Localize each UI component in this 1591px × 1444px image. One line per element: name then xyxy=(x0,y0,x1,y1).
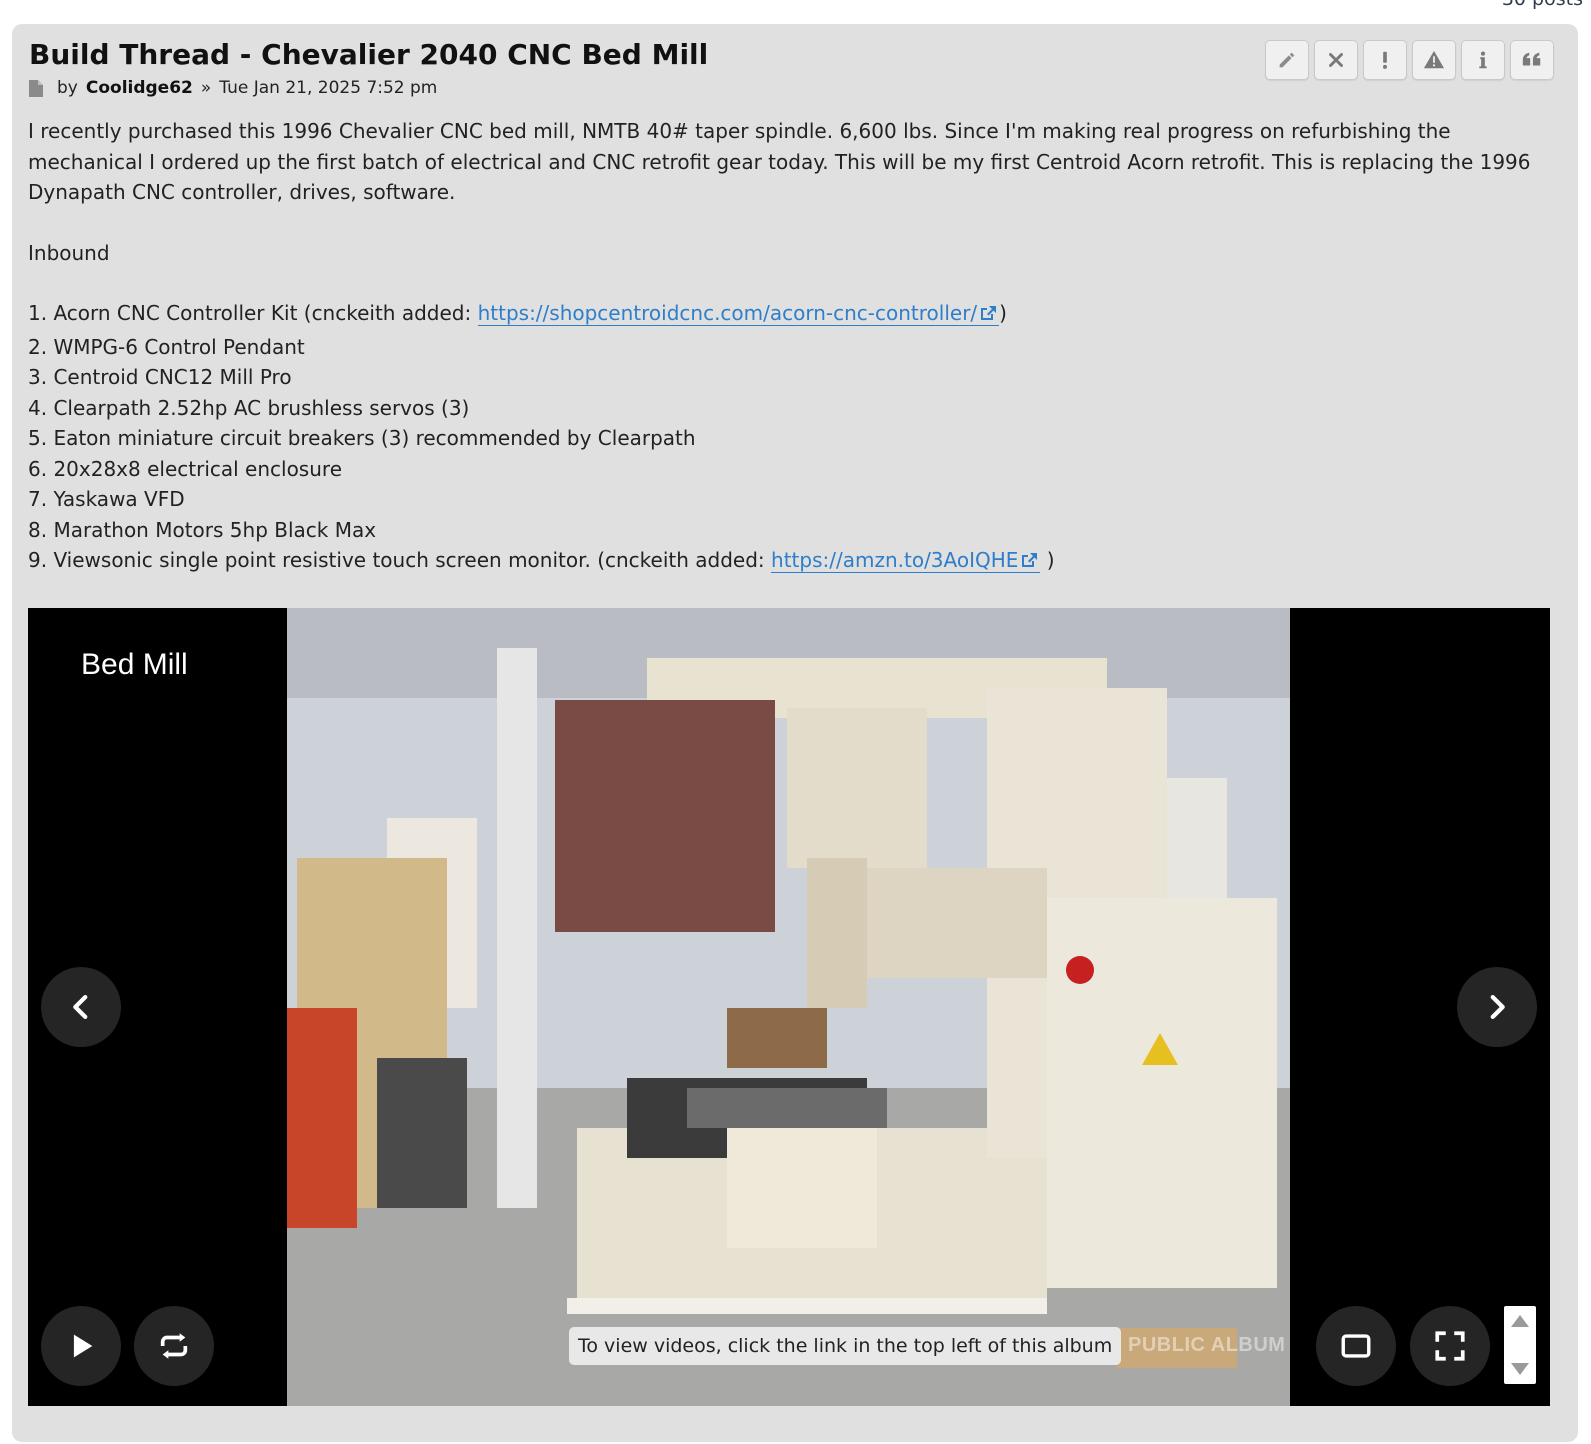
info-icon xyxy=(1479,51,1487,69)
posts-count: 30 posts xyxy=(1502,0,1583,10)
external-link-icon xyxy=(977,300,999,320)
post-intro: I recently purchased this 1996 Chevalier… xyxy=(28,119,1531,204)
fullscreen-button[interactable] xyxy=(1410,1306,1490,1386)
monitor-link[interactable]: https://amzn.to/3AoIQHE xyxy=(771,547,1041,573)
bed-mill-photo xyxy=(287,608,1290,1406)
prev-button[interactable] xyxy=(41,967,121,1047)
post-date: Tue Jan 21, 2025 7:52 pm xyxy=(219,78,438,98)
report-icon xyxy=(1382,51,1388,69)
album-photo[interactable] xyxy=(287,608,1290,1406)
list-item: 7. Yaskawa VFD xyxy=(28,487,185,511)
quote-icon xyxy=(1522,52,1541,66)
post-actions xyxy=(1265,40,1554,80)
next-button[interactable] xyxy=(1457,967,1537,1047)
album-title[interactable]: Bed Mill xyxy=(81,648,188,682)
post-byline: by Coolidge62 » Tue Jan 21, 2025 7:52 pm xyxy=(29,78,437,98)
post-title[interactable]: Build Thread - Chevalier 2040 CNC Bed Mi… xyxy=(29,38,708,71)
delete-icon xyxy=(1329,53,1343,67)
list-item: 3. Centroid CNC12 Mill Pro xyxy=(28,365,292,389)
album-scroller[interactable] xyxy=(1504,1306,1536,1384)
inbound-label: Inbound xyxy=(28,240,110,265)
post-document-icon[interactable] xyxy=(29,79,43,97)
list-item: 1. Acorn CNC Controller Kit (cnckeith ad… xyxy=(28,300,1007,326)
photo-album[interactable]: Bed Mill To view videos, click the link … xyxy=(28,608,1550,1406)
byline-separator: » xyxy=(200,78,212,98)
warn-button[interactable] xyxy=(1412,40,1456,80)
report-button[interactable] xyxy=(1363,40,1407,80)
play-icon xyxy=(73,1334,93,1358)
fullscreen-icon xyxy=(1435,1331,1465,1361)
acorn-controller-link[interactable]: https://shopcentroidcnc.com/acorn-cnc-co… xyxy=(477,300,1000,326)
repeat-button[interactable] xyxy=(134,1306,214,1386)
prev-icon xyxy=(73,994,88,1020)
post-content: I recently purchased this 1996 Chevalier… xyxy=(28,116,1553,576)
edit-icon xyxy=(1279,52,1295,68)
quote-button[interactable] xyxy=(1510,40,1554,80)
list-item: 8. Marathon Motors 5hp Black Max xyxy=(28,517,377,542)
play-button[interactable] xyxy=(41,1306,121,1386)
window-mode-button[interactable] xyxy=(1316,1306,1396,1386)
list-item: 9. Viewsonic single point resistive touc… xyxy=(28,547,1055,573)
repeat-icon xyxy=(160,1333,188,1359)
next-icon xyxy=(1490,994,1505,1020)
parts-list: 1. Acorn CNC Controller Kit (cnckeith ad… xyxy=(28,298,1553,576)
album-caption: To view videos, click the link in the to… xyxy=(569,1327,1122,1365)
delete-button[interactable] xyxy=(1314,40,1358,80)
list-item: 5. Eaton miniature circuit breakers (3) … xyxy=(28,426,696,450)
by-label: by xyxy=(57,78,78,98)
post: Build Thread - Chevalier 2040 CNC Bed Mi… xyxy=(12,24,1578,1442)
public-album-watermark: PUBLIC ALBUM xyxy=(1128,1334,1286,1356)
info-button[interactable] xyxy=(1461,40,1505,80)
edit-button[interactable] xyxy=(1265,40,1309,80)
window-icon xyxy=(1341,1334,1371,1358)
scroll-up-icon[interactable] xyxy=(1509,1312,1531,1330)
list-item: 6. 20x28x8 electrical enclosure xyxy=(28,456,342,481)
external-link-icon xyxy=(1018,547,1040,567)
author-link[interactable]: Coolidge62 xyxy=(86,78,193,98)
scroll-down-icon[interactable] xyxy=(1509,1360,1531,1378)
list-item: 2. WMPG-6 Control Pendant xyxy=(28,334,305,359)
warn-icon xyxy=(1423,50,1445,69)
list-item: 4. Clearpath 2.52hp AC brushless servos … xyxy=(28,395,470,420)
